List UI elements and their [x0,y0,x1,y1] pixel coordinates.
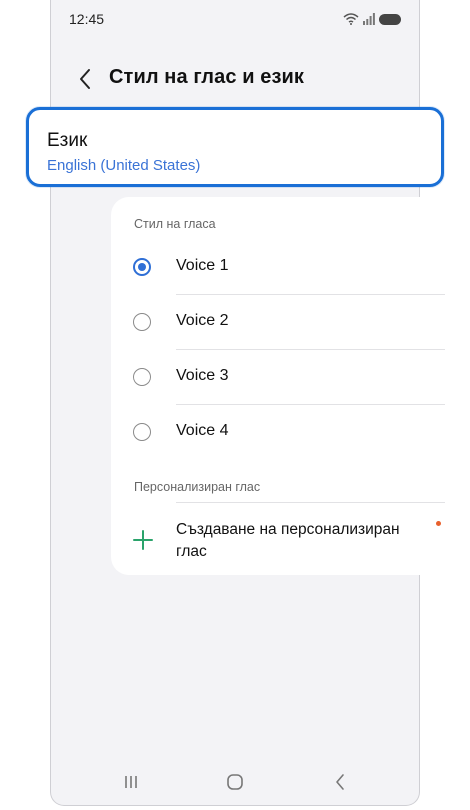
voice-option-label: Voice 1 [176,257,229,274]
plus-icon [133,530,153,550]
create-personalized-voice-label: Създаване на персонализиран глас [176,521,400,560]
page-title: Стил на глас и език [109,66,305,88]
signal-icon [363,13,375,25]
recents-icon[interactable] [123,771,139,793]
language-value: English (United States) [47,157,201,174]
radio-unselected[interactable] [133,368,151,386]
radio-selected[interactable] [133,258,151,276]
home-icon[interactable] [226,771,244,793]
voice-option-label: Voice 4 [176,422,229,439]
wifi-icon [343,13,359,25]
personalized-section-label: Персонализиран глас [134,480,261,494]
voice-style-card: Стил на гласа Voice 1 Voice 2 Voice 3 Vo… [111,197,462,575]
nav-back-icon[interactable] [333,771,347,793]
back-arrow-icon[interactable] [75,66,97,92]
voice-style-section-label: Стил на гласа [134,217,216,231]
create-personalized-voice-button[interactable]: Създаване на персонализиран глас [111,507,462,567]
language-title: Език [47,130,88,151]
battery-icon [379,13,401,25]
navigation-bar [51,761,419,805]
status-icons [343,12,401,26]
divider [176,502,445,503]
status-bar: 12:45 [51,0,419,40]
voice-option-3[interactable]: Voice 3 [111,349,462,404]
app-header: Стил на глас и език [51,58,419,102]
radio-unselected[interactable] [133,313,151,331]
voice-option-label: Voice 2 [176,312,229,329]
voice-option-1[interactable]: Voice 1 [111,239,462,294]
voice-option-label: Voice 3 [176,367,229,384]
voice-option-4[interactable]: Voice 4 [111,404,462,459]
status-time: 12:45 [69,11,105,27]
voice-option-2[interactable]: Voice 2 [111,294,462,349]
new-badge-dot [436,521,441,526]
language-setting-item[interactable]: Език English (United States) [26,107,444,187]
radio-unselected[interactable] [133,423,151,441]
